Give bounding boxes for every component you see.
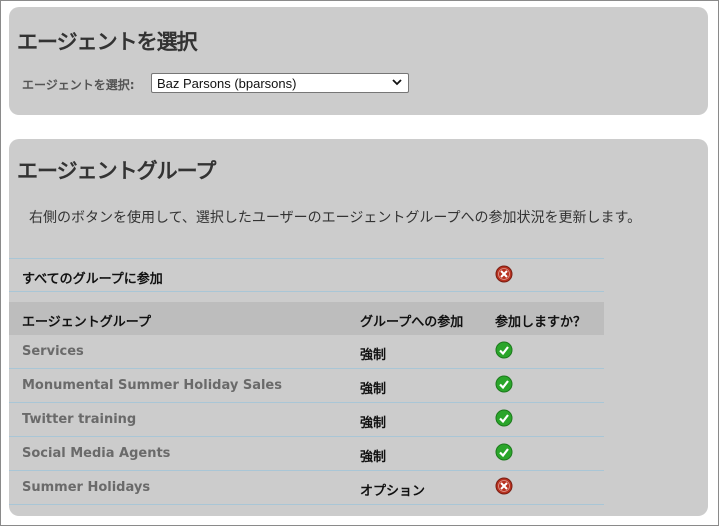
group-membership: オプション — [360, 484, 426, 499]
table-header: エージェントグループ グループへの参加 参加しますか？ — [9, 302, 604, 335]
green-check-icon[interactable] — [495, 409, 513, 427]
agent-groups-panel: エージェントグループ 右側のボタンを使用して、選択したユーザーのエージェントグル… — [9, 139, 708, 516]
green-check-icon[interactable] — [495, 375, 513, 393]
group-name: Social Media Agents — [22, 446, 171, 461]
red-x-icon[interactable] — [495, 265, 513, 283]
group-name: Services — [22, 344, 84, 359]
group-membership: 強制 — [360, 348, 387, 363]
table-row: Social Media Agents 強制 — [9, 437, 604, 471]
agent-dropdown-value: Baz Parsons (bparsons) — [157, 76, 297, 91]
agent-select-label: エージェントを選択: — [22, 78, 135, 92]
agent-groups-description: 右側のボタンを使用して、選択したユーザーのエージェントグループへの参加状況を更新… — [29, 210, 642, 226]
column-header-membership: グループへの参加 — [360, 315, 464, 330]
agent-select-title: エージェントを選択 — [17, 30, 198, 54]
agent-select-panel: エージェントを選択 エージェントを選択: Baz Parsons (bparso… — [9, 7, 708, 115]
agent-dropdown[interactable]: Baz Parsons (bparsons) — [151, 73, 409, 93]
table-row: Monumental Summer Holiday Sales 強制 — [9, 369, 604, 403]
column-header-participate: 参加しますか？ — [495, 315, 587, 330]
join-all-row: すべてのグループに参加 — [9, 258, 604, 292]
group-name: Summer Holidays — [22, 480, 151, 495]
red-x-icon[interactable] — [495, 477, 513, 495]
table-row: Summer Holidays オプション — [9, 471, 604, 505]
green-check-icon[interactable] — [495, 443, 513, 461]
column-header-group: エージェントグループ — [22, 315, 151, 330]
agent-groups-title: エージェントグループ — [17, 159, 216, 183]
table-row: Services 強制 — [9, 335, 604, 369]
group-membership: 強制 — [360, 450, 387, 465]
table-row: Twitter training 強制 — [9, 403, 604, 437]
group-membership: 強制 — [360, 416, 387, 431]
group-name: Twitter training — [22, 412, 137, 427]
green-check-icon[interactable] — [495, 341, 513, 359]
agent-groups-table: すべてのグループに参加 エージェントグループ グループへの参加 参加しますか？ … — [9, 258, 604, 505]
chevron-down-icon — [392, 79, 402, 86]
join-all-label: すべてのグループに参加 — [22, 272, 163, 287]
group-membership: 強制 — [360, 382, 387, 397]
group-name: Monumental Summer Holiday Sales — [22, 378, 282, 393]
